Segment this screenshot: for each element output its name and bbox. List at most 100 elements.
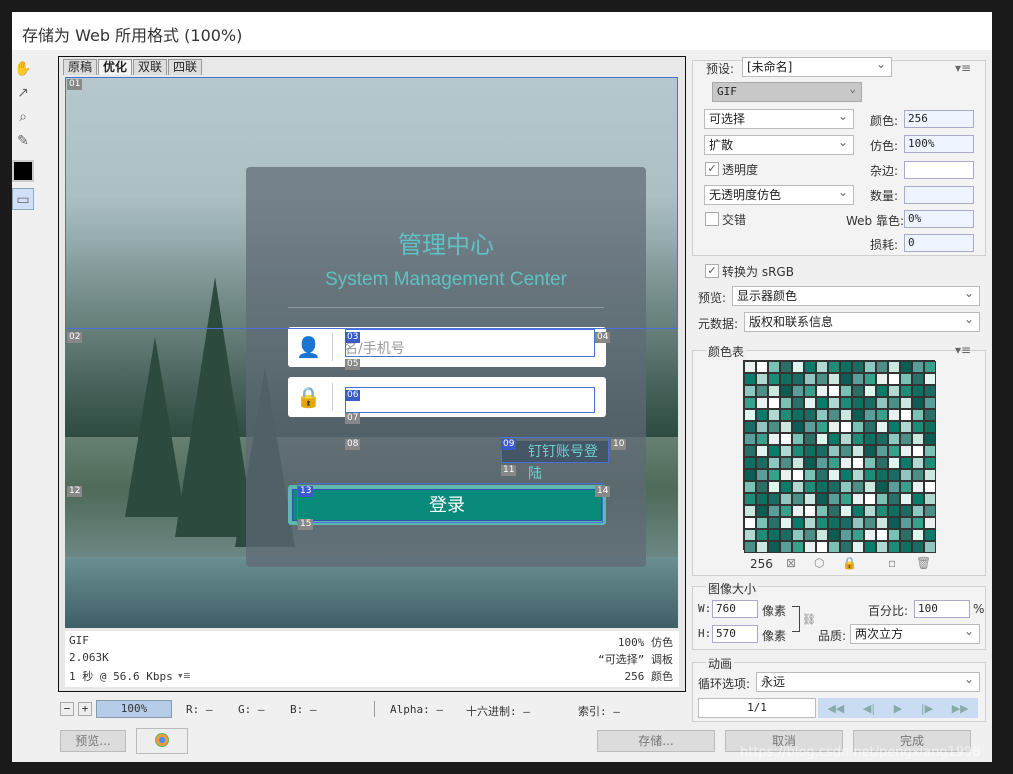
metadata-select[interactable]: 版权和联系信息 xyxy=(744,310,980,332)
color-swatch[interactable] xyxy=(756,481,768,493)
color-swatch[interactable] xyxy=(756,361,768,373)
color-swatch[interactable] xyxy=(792,385,804,397)
color-swatch[interactable] xyxy=(828,373,840,385)
color-swatch[interactable] xyxy=(828,541,840,553)
color-swatch[interactable] xyxy=(912,409,924,421)
height-input[interactable]: 570 xyxy=(712,625,758,643)
color-swatch[interactable] xyxy=(816,385,828,397)
color-swatch[interactable] xyxy=(768,421,780,433)
color-swatch[interactable] xyxy=(888,397,900,409)
color-swatch[interactable] xyxy=(852,529,864,541)
color-swatch[interactable] xyxy=(792,445,804,457)
color-swatch[interactable] xyxy=(912,505,924,517)
prev-frame-icon[interactable]: ◀| xyxy=(863,702,875,715)
color-swatch[interactable] xyxy=(756,457,768,469)
color-swatch[interactable] xyxy=(828,457,840,469)
color-swatch[interactable] xyxy=(864,457,876,469)
color-swatch[interactable] xyxy=(744,445,756,457)
color-swatch[interactable] xyxy=(864,469,876,481)
color-swatch[interactable] xyxy=(900,457,912,469)
color-swatch[interactable] xyxy=(852,373,864,385)
color-swatch[interactable] xyxy=(816,493,828,505)
preview-canvas[interactable]: 管理中心 System Management Center 👤 名/手机号 🔒 … xyxy=(65,77,678,628)
color-swatch[interactable] xyxy=(744,541,756,553)
color-swatch[interactable] xyxy=(768,505,780,517)
dither-algorithm-select[interactable]: 扩散 xyxy=(704,133,854,155)
color-swatch[interactable] xyxy=(780,517,792,529)
username-field[interactable]: 👤 名/手机号 xyxy=(288,327,606,367)
color-swatch[interactable] xyxy=(852,361,864,373)
color-swatch[interactable] xyxy=(864,493,876,505)
color-swatch[interactable] xyxy=(804,469,816,481)
color-swatch[interactable] xyxy=(900,373,912,385)
color-swatch[interactable] xyxy=(852,457,864,469)
color-swatch[interactable] xyxy=(768,517,780,529)
color-swatch[interactable] xyxy=(840,397,852,409)
color-swatch[interactable] xyxy=(912,493,924,505)
color-swatch[interactable] xyxy=(816,421,828,433)
color-swatch[interactable] xyxy=(780,385,792,397)
color-swatch[interactable] xyxy=(744,397,756,409)
dingtalk-login-link[interactable]: 钉钉账号登陆 xyxy=(502,441,608,482)
color-swatch[interactable] xyxy=(828,409,840,421)
color-swatch[interactable] xyxy=(744,361,756,373)
color-swatch[interactable] xyxy=(792,373,804,385)
color-swatch[interactable] xyxy=(744,481,756,493)
color-swatch[interactable] xyxy=(744,433,756,445)
color-swatch[interactable] xyxy=(780,409,792,421)
color-swatch[interactable] xyxy=(804,445,816,457)
tab-optimized[interactable]: 优化 xyxy=(98,59,133,75)
color-swatch[interactable] xyxy=(864,421,876,433)
color-swatch[interactable] xyxy=(816,373,828,385)
color-swatch[interactable] xyxy=(864,481,876,493)
color-swatch[interactable] xyxy=(876,397,888,409)
color-swatch[interactable] xyxy=(924,373,936,385)
color-swatch[interactable] xyxy=(924,433,936,445)
color-swatch[interactable] xyxy=(744,469,756,481)
color-swatch[interactable] xyxy=(864,517,876,529)
dither-input[interactable]: 100% xyxy=(904,135,974,153)
color-swatch[interactable] xyxy=(756,517,768,529)
color-swatch[interactable] xyxy=(744,409,756,421)
color-swatch[interactable] xyxy=(756,421,768,433)
color-swatch[interactable] xyxy=(900,445,912,457)
color-swatch[interactable] xyxy=(900,469,912,481)
color-swatch[interactable] xyxy=(804,385,816,397)
color-swatch[interactable] xyxy=(780,481,792,493)
color-swatch[interactable] xyxy=(900,397,912,409)
color-swatch[interactable] xyxy=(816,433,828,445)
color-swatch[interactable] xyxy=(792,433,804,445)
color-swatch[interactable] xyxy=(924,493,936,505)
color-swatch[interactable] xyxy=(900,481,912,493)
color-swatch[interactable] xyxy=(840,445,852,457)
color-swatch[interactable] xyxy=(888,433,900,445)
color-swatch[interactable] xyxy=(840,529,852,541)
color-swatch[interactable] xyxy=(744,529,756,541)
color-swatch[interactable] xyxy=(888,361,900,373)
color-swatch[interactable] xyxy=(852,469,864,481)
color-table-grid[interactable] xyxy=(743,360,936,553)
color-swatch[interactable] xyxy=(804,505,816,517)
preset-select[interactable]: [未命名] xyxy=(742,55,892,77)
color-swatch[interactable] xyxy=(780,505,792,517)
link-icon[interactable]: ⛓ xyxy=(802,613,816,626)
last-frame-icon[interactable]: ▶▶ xyxy=(952,702,969,715)
color-swatch[interactable] xyxy=(924,421,936,433)
color-swatch[interactable] xyxy=(876,361,888,373)
color-swatch[interactable] xyxy=(900,505,912,517)
color-swatch[interactable] xyxy=(768,481,780,493)
color-swatch[interactable] xyxy=(828,505,840,517)
color-swatch[interactable] xyxy=(816,397,828,409)
color-swatch[interactable] xyxy=(840,469,852,481)
color-swatch[interactable] xyxy=(876,529,888,541)
color-swatch[interactable] xyxy=(852,493,864,505)
color-swatch[interactable] xyxy=(888,481,900,493)
play-icon[interactable]: ▶ xyxy=(894,702,902,715)
new-color-icon[interactable]: ▫ xyxy=(888,556,896,570)
color-swatch[interactable] xyxy=(756,409,768,421)
color-swatch[interactable] xyxy=(756,493,768,505)
color-swatch[interactable] xyxy=(828,469,840,481)
color-swatch[interactable] xyxy=(768,445,780,457)
amount-input[interactable] xyxy=(904,186,974,204)
color-swatch[interactable] xyxy=(840,493,852,505)
